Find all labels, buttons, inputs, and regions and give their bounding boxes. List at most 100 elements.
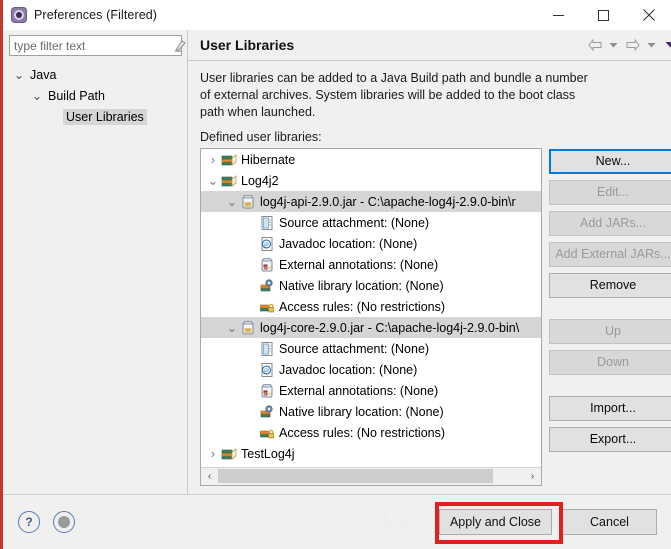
preferences-gear-icon [11, 7, 27, 23]
page-nav-icons [586, 36, 671, 54]
jar-icon: 010 [240, 194, 256, 210]
close-button[interactable] [626, 0, 671, 30]
filter-row [3, 35, 188, 56]
tree-row[interactable]: Access rules: (No restrictions) [201, 296, 541, 317]
sidebar-tree: ⌄ Java ⌄ Build Path User Libraries [3, 64, 188, 127]
library-actions: New... Edit... Add JARs... Add External JAR… [549, 148, 671, 486]
svg-text:010: 010 [244, 204, 252, 208]
access-rules-icon [259, 299, 275, 315]
chevron-down-icon[interactable]: ⌄ [11, 67, 27, 83]
javadoc-icon: @ [259, 362, 275, 378]
filter-box[interactable] [9, 35, 186, 56]
tree-row[interactable]: Native library location: (None) [201, 275, 541, 296]
svg-text:@: @ [264, 242, 270, 248]
sidebar-item-build-path[interactable]: ⌄ Build Path [3, 85, 188, 106]
edit-button: Edit... [549, 180, 671, 205]
maximize-button[interactable] [581, 0, 626, 30]
help-icon[interactable]: ? [18, 511, 40, 533]
remove-button[interactable]: Remove [549, 273, 671, 298]
sidebar-item-label: Java [30, 67, 57, 82]
window-title: Preferences (Filtered) [34, 8, 158, 22]
title-bar: Preferences (Filtered) [3, 0, 671, 30]
button-group-spacer [549, 381, 671, 390]
dialog-body: ⌄Java⌄Build PathUser Libraries User Libr… [3, 30, 671, 495]
scroll-right-button[interactable]: › [524, 469, 541, 485]
tree-row-label: Access rules: (No restrictions) [279, 299, 446, 314]
eraser-icon[interactable] [173, 37, 187, 55]
export-button[interactable]: Export... [549, 427, 671, 452]
preferences-sidebar: ⌄Java⌄Build PathUser Libraries [3, 30, 188, 495]
tree-row[interactable]: ⌄ Log4j2 [201, 170, 541, 191]
tree-row[interactable]: @10 External annotations: (None) [201, 380, 541, 401]
tree-row-label: Log4j2 [241, 173, 279, 188]
tree-row[interactable]: Access rules: (No restrictions) [201, 422, 541, 443]
tree-row[interactable]: Source attachment: (None) [201, 212, 541, 233]
advanced-toggle-icon[interactable] [53, 511, 75, 533]
svg-text:010: 010 [244, 330, 252, 334]
cancel-button[interactable]: Cancel [562, 509, 657, 535]
up-button: Up [549, 319, 671, 344]
tree-row[interactable]: @ Javadoc location: (None) [201, 233, 541, 254]
chevron-down-icon[interactable]: ⌄ [224, 194, 240, 210]
javadoc-icon: @ [259, 236, 275, 252]
native-library-icon [259, 278, 275, 294]
forward-dropdown-icon[interactable] [643, 36, 660, 54]
window-controls [536, 0, 671, 30]
page-description: User libraries can be added to a Java Bu… [200, 71, 588, 119]
sidebar-item-java[interactable]: ⌄ Java [3, 64, 188, 85]
source-attachment-icon [259, 215, 275, 231]
chevron-right-icon[interactable]: › [205, 446, 221, 462]
forward-arrow-icon[interactable] [624, 36, 641, 54]
chevron-down-icon[interactable]: ⌄ [205, 173, 221, 189]
minimize-button[interactable] [536, 0, 581, 30]
chevron-down-icon[interactable]: ⌄ [29, 88, 45, 104]
tree-row-label: Source attachment: (None) [279, 341, 430, 356]
scroll-thumb[interactable] [218, 469, 493, 483]
new-button[interactable]: New... [549, 149, 671, 174]
tree-row[interactable]: @10 External annotations: (None) [201, 254, 541, 275]
back-dropdown-icon[interactable] [605, 36, 622, 54]
tree-row-label: External annotations: (None) [279, 257, 439, 272]
tree-row[interactable]: @ Javadoc location: (None) [201, 359, 541, 380]
external-annotations-icon: @10 [259, 257, 275, 273]
tree-row[interactable]: ⌄ 010 log4j-api-2.9.0.jar - C:\apache-log4… [201, 191, 541, 212]
preferences-page: User Libraries User libraries can be add… [188, 30, 671, 495]
scroll-track[interactable] [218, 468, 524, 485]
jar-icon: 010 [240, 320, 256, 336]
tree-row[interactable]: Native library location: (None) [201, 401, 541, 422]
sidebar-item-label: Build Path [48, 88, 105, 103]
apply-and-close-button[interactable]: Apply and Close [438, 509, 552, 535]
sidebar-item-label: User Libraries [63, 108, 147, 125]
chevron-down-icon[interactable]: ⌄ [224, 320, 240, 336]
horizontal-scrollbar[interactable]: ‹ › [201, 467, 541, 485]
library-books-icon [221, 152, 237, 168]
sidebar-item-user-libraries[interactable]: User Libraries [3, 106, 188, 127]
external-annotations-icon: @10 [259, 383, 275, 399]
tree-row-label: TestLog4j [241, 446, 295, 461]
back-arrow-icon[interactable] [586, 36, 603, 54]
tree-row[interactable]: ⌄ 010 log4j-core-2.9.0.jar - C:\apache-log… [201, 317, 541, 338]
tree-row[interactable]: › Hibernate [201, 149, 541, 170]
tree-row[interactable]: Source attachment: (None) [201, 338, 541, 359]
footer-icons: ? [18, 511, 75, 533]
view-menu-dropdown-icon[interactable] [662, 36, 671, 54]
source-attachment-icon [259, 341, 275, 357]
down-button: Down [549, 350, 671, 375]
tree-row-label: Javadoc location: (None) [279, 362, 418, 377]
import-button[interactable]: Import... [549, 396, 671, 421]
scroll-left-button[interactable]: ‹ [201, 469, 218, 485]
tree-row[interactable]: › TestLog4j [201, 443, 541, 464]
chevron-right-icon[interactable]: › [205, 152, 221, 168]
user-libraries-tree[interactable]: › Hibernate ⌄ Log4j2 ⌄ 010 log4j-api-2.9.0.jar… [200, 148, 542, 486]
search-input[interactable] [10, 38, 173, 53]
libraries-row: › Hibernate ⌄ Log4j2 ⌄ 010 log4j-api-2.9.0.jar… [188, 148, 671, 486]
